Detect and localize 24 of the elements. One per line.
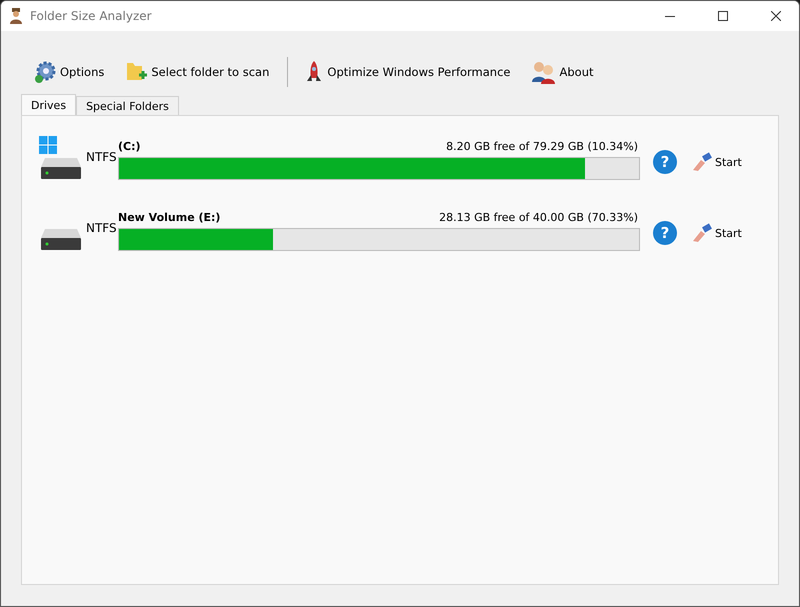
close-icon: [771, 11, 781, 21]
help-button[interactable]: ?: [653, 221, 677, 245]
toolbar-button[interactable]: Optimize Windows Performance: [300, 56, 514, 88]
help-button[interactable]: ?: [653, 150, 677, 174]
drive-name: (C:): [118, 140, 141, 152]
hard-drive-icon: [40, 227, 82, 251]
people-icon: [530, 60, 556, 84]
maximize-icon: [718, 11, 728, 21]
app-icon: [9, 8, 23, 24]
free-space-text: 8.20 GB free of 79.29 GB (10.34%): [446, 140, 638, 152]
start-button[interactable]: Start: [691, 152, 742, 172]
free-space-text: 28.13 GB free of 40.00 GB (70.33%): [439, 210, 638, 224]
hard-drive-icon: [40, 156, 82, 180]
filesystem-label: NTFS: [86, 221, 118, 235]
toolbar-button[interactable]: Select folder to scan: [120, 56, 274, 88]
window-title: Folder Size Analyzer: [30, 9, 153, 23]
tab[interactable]: Drives: [21, 94, 76, 115]
start-button[interactable]: Start: [691, 223, 742, 243]
drive-name: New Volume (E:): [118, 210, 220, 224]
tab[interactable]: Special Folders: [76, 96, 179, 115]
filesystem-label: NTFS: [86, 150, 118, 164]
toolbar-button[interactable]: Options: [29, 56, 108, 88]
gear-icon: [33, 60, 57, 84]
toolbar-button[interactable]: About: [526, 56, 598, 88]
